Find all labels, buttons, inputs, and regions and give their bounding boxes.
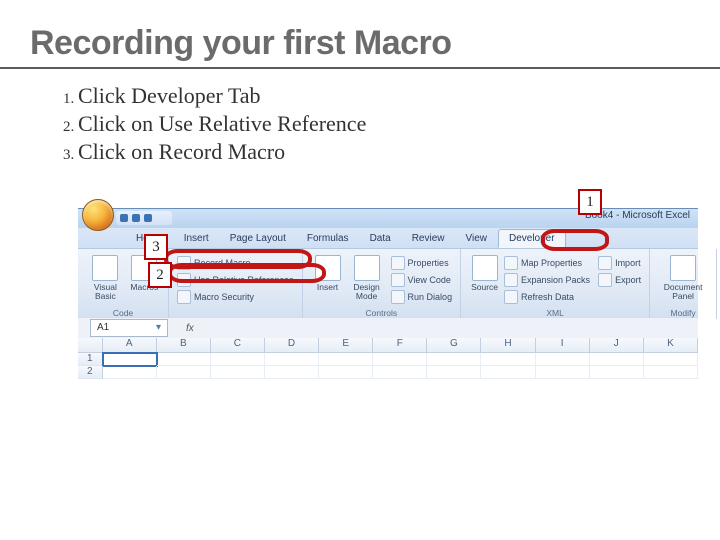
tab-insert[interactable]: Insert — [174, 230, 220, 247]
cell[interactable] — [427, 366, 481, 379]
map-properties-button[interactable]: Map Properties — [502, 255, 592, 271]
tab-page-layout[interactable]: Page Layout — [220, 230, 297, 247]
document-panel-icon — [670, 255, 696, 281]
security-icon — [177, 290, 191, 304]
callout-3: 3 — [144, 234, 168, 260]
col-header[interactable]: J — [590, 338, 644, 352]
cell[interactable] — [481, 353, 535, 366]
cell[interactable] — [265, 353, 319, 366]
cell[interactable] — [644, 366, 698, 379]
cell-a1[interactable] — [103, 353, 157, 366]
macro-security-button[interactable]: Macro Security — [175, 289, 296, 305]
cell[interactable] — [211, 366, 265, 379]
design-mode-button[interactable]: DesignMode — [347, 253, 387, 305]
group-xml-label: XML — [461, 308, 649, 318]
qat-undo-icon[interactable] — [132, 214, 140, 222]
group-modify-label: Modify — [650, 308, 716, 318]
cell[interactable] — [590, 353, 644, 366]
tab-data[interactable]: Data — [360, 230, 402, 247]
screenshot: 1 3 2 Book4 - Microsoft Excel Home Inser… — [78, 191, 698, 376]
map-properties-icon — [504, 256, 518, 270]
fx-icon[interactable]: fx — [186, 323, 194, 334]
expansion-packs-icon — [504, 273, 518, 287]
name-box[interactable]: A1▾ — [90, 319, 168, 337]
spreadsheet-grid[interactable]: A B C D E F G H I J K 1 — [78, 338, 698, 378]
cell[interactable] — [481, 366, 535, 379]
col-header[interactable]: G — [427, 338, 481, 352]
col-header[interactable]: D — [265, 338, 319, 352]
cell[interactable] — [536, 353, 590, 366]
run-dialog-button[interactable]: Run Dialog — [389, 289, 455, 305]
col-header[interactable]: K — [644, 338, 698, 352]
office-button-icon[interactable] — [82, 199, 114, 231]
col-header[interactable]: E — [319, 338, 373, 352]
callout-1-ring — [541, 229, 609, 251]
xml-export-button[interactable]: Export — [596, 272, 643, 288]
cell[interactable] — [157, 353, 211, 366]
callout-2-ring — [168, 263, 326, 283]
refresh-data-button[interactable]: Refresh Data — [502, 289, 592, 305]
qat-redo-icon[interactable] — [144, 214, 152, 222]
step-list: Click Developer Tab Click on Use Relativ… — [40, 83, 690, 165]
cell[interactable] — [590, 366, 644, 379]
formula-bar: A1▾ fx — [78, 318, 698, 339]
step-2: Click on Use Relative Reference — [78, 111, 690, 137]
expansion-packs-button[interactable]: Expansion Packs — [502, 272, 592, 288]
cell[interactable] — [265, 366, 319, 379]
cell[interactable] — [157, 366, 211, 379]
visual-basic-button[interactable]: VisualBasic — [84, 253, 127, 302]
select-all-corner[interactable] — [78, 338, 103, 352]
col-header[interactable]: A — [103, 338, 157, 352]
row-header[interactable]: 1 — [78, 353, 103, 366]
col-header[interactable]: F — [373, 338, 427, 352]
xml-source-button[interactable]: Source — [467, 253, 502, 305]
view-code-icon — [391, 273, 405, 287]
refresh-icon — [504, 290, 518, 304]
divider — [0, 67, 720, 69]
xml-source-icon — [472, 255, 498, 281]
cell[interactable] — [427, 353, 481, 366]
cell[interactable] — [644, 353, 698, 366]
view-code-button[interactable]: View Code — [389, 272, 455, 288]
callout-1: 1 — [578, 189, 602, 215]
page-title: Recording your first Macro — [30, 24, 690, 63]
properties-icon — [391, 256, 405, 270]
visual-basic-icon — [92, 255, 118, 281]
row-header[interactable]: 2 — [78, 366, 103, 379]
tab-view[interactable]: View — [455, 230, 498, 247]
qat-save-icon[interactable] — [120, 214, 128, 222]
xml-import-button[interactable]: Import — [596, 255, 643, 271]
col-header[interactable]: B — [157, 338, 211, 352]
quick-access-toolbar[interactable] — [116, 211, 172, 225]
step-1: Click Developer Tab — [78, 83, 690, 109]
export-icon — [598, 273, 612, 287]
cell[interactable] — [373, 366, 427, 379]
cell[interactable] — [373, 353, 427, 366]
cell[interactable] — [536, 366, 590, 379]
cell[interactable] — [211, 353, 265, 366]
col-header[interactable]: I — [536, 338, 590, 352]
tab-formulas[interactable]: Formulas — [297, 230, 360, 247]
chevron-down-icon[interactable]: ▾ — [156, 320, 161, 336]
col-header[interactable]: H — [481, 338, 535, 352]
design-mode-icon — [354, 255, 380, 281]
group-controls-label: Controls — [303, 308, 461, 318]
cell[interactable] — [319, 353, 373, 366]
document-panel-button[interactable]: DocumentPanel — [656, 253, 710, 302]
callout-2: 2 — [148, 262, 172, 288]
run-dialog-icon — [391, 290, 405, 304]
step-3: Click on Record Macro — [78, 139, 690, 165]
properties-button[interactable]: Properties — [389, 255, 455, 271]
import-icon — [598, 256, 612, 270]
col-header[interactable]: C — [211, 338, 265, 352]
tab-review[interactable]: Review — [402, 230, 456, 247]
cell[interactable] — [319, 366, 373, 379]
cell[interactable] — [103, 366, 157, 379]
group-code-label: Code — [78, 308, 168, 318]
